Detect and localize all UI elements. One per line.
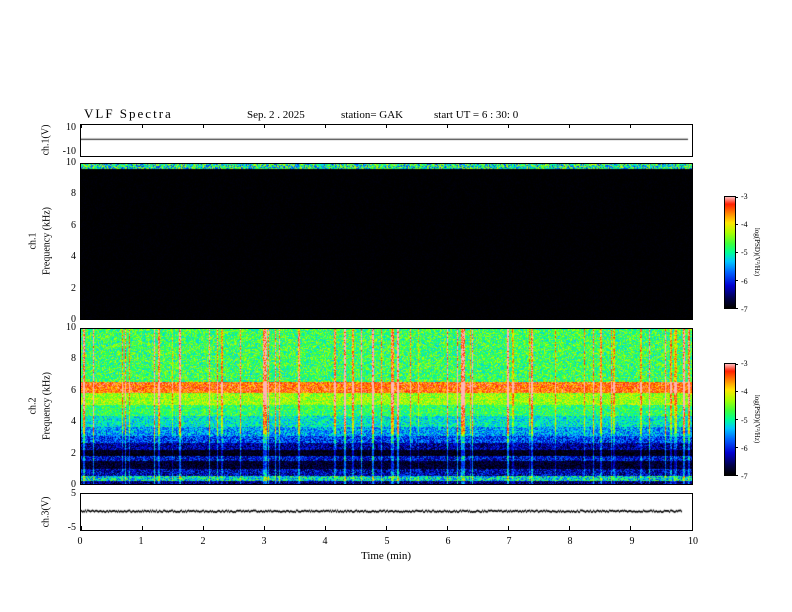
ch1-spectrogram-canvas: [81, 164, 692, 319]
start-ut-label: start UT = 6 : 30: 0: [434, 109, 519, 121]
x-tick-label: 4: [322, 536, 328, 547]
ch1-channel-label: ch.1: [27, 232, 39, 250]
colorbar-tick: [735, 419, 738, 420]
x-tick-label: 6: [445, 536, 451, 547]
axis-tick: [202, 526, 204, 530]
colorbar-tick: [735, 196, 738, 198]
colorbar-tick: [735, 252, 738, 253]
axis-tick: [569, 526, 571, 530]
y-tick-label: 10: [66, 322, 76, 333]
x-tick-label: 2: [200, 536, 206, 547]
axis-tick: [202, 125, 204, 128]
x-tick-label: 9: [629, 536, 635, 547]
colorbar-tick-label: -6: [741, 277, 748, 286]
ch2-channel-label: ch.2: [27, 397, 39, 415]
axis-tick: [447, 526, 449, 530]
x-tick-label: 10: [688, 536, 698, 547]
y-tick-label: 4: [71, 251, 76, 262]
colorbar-tick-label: -7: [741, 472, 748, 481]
y-tick-label: 10: [66, 157, 76, 168]
x-tick-label: 3: [261, 536, 267, 547]
axis-tick: [141, 125, 143, 128]
figure-title: VLF Spectra: [84, 106, 173, 121]
colorbar-tick: [735, 474, 738, 476]
axis-tick: [569, 125, 571, 128]
y-tick-label: 2: [71, 283, 76, 294]
x-tick-label: 5: [384, 536, 390, 547]
colorbar-tick: [735, 224, 738, 226]
time-axis-label: Time (min): [360, 550, 412, 562]
colorbar-tick: [735, 363, 738, 365]
axis-tick: [80, 526, 82, 530]
y-tick-label: 6: [71, 385, 76, 396]
colorbar-tick: [735, 446, 738, 448]
colorbar1-unit-label: log(PSD)(V²/Hz): [753, 227, 761, 277]
x-tick-label: 1: [138, 536, 144, 547]
axis-tick: [691, 526, 693, 530]
x-tick-label: 8: [567, 536, 573, 547]
colorbar1-canvas: [725, 197, 735, 308]
y-tick-label: 10: [66, 122, 76, 133]
colorbar-tick: [735, 307, 738, 309]
axis-tick: [80, 125, 82, 128]
axis-tick: [508, 125, 510, 128]
axis-tick: [386, 526, 387, 530]
axis-tick: [691, 125, 693, 128]
axis-tick: [630, 526, 632, 530]
y-tick-label: -5: [67, 522, 76, 533]
x-tick-label: 7: [506, 536, 512, 547]
colorbar-2: [724, 363, 738, 476]
axis-tick: [263, 125, 265, 128]
colorbar-tick-label: -3: [741, 192, 748, 201]
x-tick-label: 0: [77, 536, 83, 547]
y-tick-label: 8: [71, 353, 76, 364]
ch2-frequency-axis-label: Frequency (kHz): [41, 371, 53, 441]
colorbar-tick-label: -3: [741, 359, 748, 368]
axis-tick: [386, 125, 387, 128]
panel-ch2-spectrogram: [80, 328, 693, 485]
ch1-voltage-trace: [81, 125, 692, 156]
colorbar2-canvas: [725, 364, 735, 475]
colorbar-tick-label: -6: [741, 444, 748, 453]
axis-tick: [630, 125, 632, 128]
y-tick-label: 8: [71, 188, 76, 199]
axis-tick: [447, 125, 449, 128]
vlf-spectra-figure: VLF Spectra Sep. 2 . 2025 station= GAK s…: [0, 0, 792, 612]
ch3-voltage-axis-label: ch.3(V): [40, 496, 52, 528]
panel-ch1-voltage: [80, 124, 693, 157]
panel-ch1-spectrogram: [80, 163, 693, 320]
axis-tick: [324, 125, 326, 128]
ch1-frequency-axis-label: Frequency (kHz): [41, 206, 53, 276]
colorbar2-unit-label: log(PSD)(V²/Hz): [753, 394, 761, 444]
axis-tick: [263, 526, 265, 530]
y-tick-label: 6: [71, 220, 76, 231]
ch1-voltage-axis-label: ch.1(V): [40, 124, 52, 156]
date-label: Sep. 2 . 2025: [247, 109, 305, 121]
y-tick-label: 4: [71, 416, 76, 427]
ch3-voltage-trace: [81, 494, 692, 530]
station-label: station= GAK: [341, 109, 404, 121]
axis-tick: [324, 526, 326, 530]
panel-ch3-voltage: [80, 493, 693, 531]
y-tick-label: 5: [71, 488, 76, 499]
y-tick-label: 2: [71, 448, 76, 459]
colorbar-tick: [735, 391, 738, 393]
colorbar-tick-label: -7: [741, 305, 748, 314]
ch2-spectrogram-canvas: [81, 329, 692, 484]
axis-tick: [508, 526, 510, 530]
colorbar-1: [724, 196, 738, 309]
axis-tick: [141, 526, 143, 530]
colorbar-tick: [735, 279, 738, 281]
